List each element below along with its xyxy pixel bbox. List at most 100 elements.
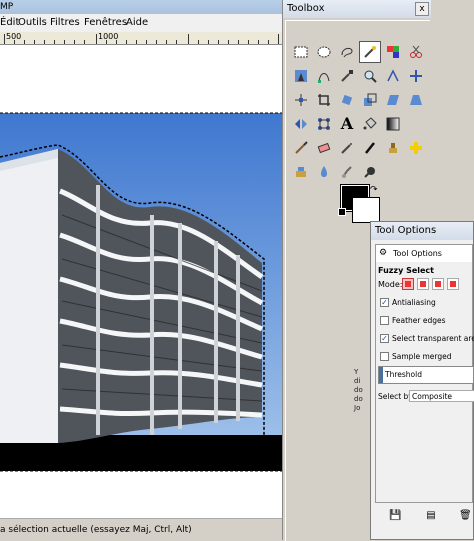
status-bar: a sélection actuelle (essayez Maj, Ctrl,…	[0, 518, 282, 540]
shear-icon[interactable]	[382, 89, 404, 111]
ellipse-select-icon[interactable]	[313, 41, 335, 63]
sample-merged-checkbox[interactable]	[380, 352, 389, 361]
save-options-icon[interactable]: 💾	[389, 510, 401, 522]
select-transparent-checkbox[interactable]: ✓	[380, 334, 389, 343]
ruler-tick	[24, 40, 25, 44]
menu-outils[interactable]: Outils	[18, 14, 47, 32]
ruler-label: 500	[6, 32, 22, 41]
ruler-tick	[188, 34, 189, 44]
feather-edges-option[interactable]: Feather edges	[378, 314, 472, 328]
building-photo	[0, 45, 282, 518]
ruler-tick	[96, 34, 97, 44]
fuzzy-select-icon[interactable]	[359, 41, 381, 63]
cage-transform-icon[interactable]	[313, 113, 335, 135]
feather-edges-checkbox[interactable]	[380, 316, 389, 325]
side-strip-line: Y	[354, 368, 359, 376]
feather-edges-label: Feather edges	[392, 316, 446, 325]
side-strip-line: do	[354, 386, 363, 394]
reset-colors-icon[interactable]	[338, 208, 346, 216]
ruler-tick	[34, 40, 35, 44]
menu-fenetres[interactable]: Fenêtres	[84, 14, 127, 32]
select-transparent-option[interactable]: ✓ Select transparent areas	[378, 332, 474, 346]
ruler-tick	[176, 40, 177, 44]
align-icon[interactable]	[290, 89, 312, 111]
swap-colors-icon[interactable]: ↷	[370, 185, 378, 195]
tool-options-title: Tool Options	[375, 225, 437, 236]
ruler-tick	[166, 40, 167, 44]
heal-icon[interactable]	[405, 137, 427, 159]
close-icon[interactable]: x	[415, 2, 429, 16]
ruler-tick	[44, 40, 45, 44]
mode-intersect-button[interactable]	[447, 278, 459, 290]
mode-replace-button[interactable]	[402, 278, 414, 290]
crop-icon[interactable]	[313, 89, 335, 111]
threshold-label: Threshold	[385, 370, 422, 379]
blend-icon[interactable]	[382, 113, 404, 135]
tab-label: Tool Options	[393, 249, 442, 258]
ink-icon[interactable]	[359, 137, 381, 159]
image-canvas[interactable]	[0, 45, 282, 518]
ruler-tick	[136, 40, 137, 44]
sample-merged-option[interactable]: Sample merged	[378, 350, 472, 364]
paths-icon[interactable]	[313, 65, 335, 87]
delete-options-icon[interactable]: 🗑	[459, 510, 472, 522]
ruler-tick	[258, 40, 259, 44]
scissors-select-icon[interactable]	[405, 41, 427, 63]
antialiasing-checkbox[interactable]: ✓	[380, 298, 389, 307]
menu-filtres[interactable]: Filtres	[50, 14, 80, 32]
perspective-icon[interactable]	[405, 89, 427, 111]
mode-subtract-button[interactable]	[432, 278, 444, 290]
measure-icon[interactable]	[382, 65, 404, 87]
image-window-titlebar: MP	[0, 0, 282, 14]
ruler-tick	[126, 40, 127, 44]
ruler-tick	[248, 40, 249, 44]
eraser-icon[interactable]	[313, 137, 335, 159]
select-by-dropdown[interactable]: Composite	[409, 390, 474, 402]
color-picker-icon[interactable]	[336, 65, 358, 87]
antialiasing-option[interactable]: ✓ Antialiasing	[378, 296, 472, 310]
tab-tool-options[interactable]: ⚙ Tool Options	[375, 244, 473, 263]
mode-add-button[interactable]	[417, 278, 429, 290]
flip-icon[interactable]	[290, 113, 312, 135]
toolbox-title: Toolbox	[287, 3, 325, 14]
perspective-clone-icon[interactable]	[290, 161, 312, 183]
blur-icon[interactable]	[313, 161, 335, 183]
free-select-icon[interactable]	[336, 41, 358, 63]
ruler-tick	[198, 40, 199, 44]
select-transparent-label: Select transparent areas	[392, 334, 474, 343]
toolbox-titlebar: Toolbox x	[283, 0, 431, 18]
ruler-label: 1000	[98, 32, 119, 41]
horizontal-ruler[interactable]: 500 1000	[0, 32, 282, 45]
smudge-icon[interactable]	[336, 161, 358, 183]
bucket-fill-icon[interactable]	[359, 113, 381, 135]
text-icon[interactable]: A	[336, 113, 358, 135]
antialiasing-label: Antialiasing	[392, 298, 436, 307]
dodge-burn-icon[interactable]	[359, 161, 381, 183]
foreground-select-icon[interactable]	[290, 65, 312, 87]
ruler-tick	[278, 34, 279, 44]
menu-aide[interactable]: Aide	[126, 14, 148, 32]
rotate-icon[interactable]	[336, 89, 358, 111]
move-icon[interactable]	[405, 65, 427, 87]
threshold-slider[interactable]: Threshold	[378, 366, 474, 384]
ruler-tick	[54, 40, 55, 44]
paintbrush-icon[interactable]	[290, 137, 312, 159]
tool-options-footer: 💾 ▤ 🗑	[375, 508, 472, 526]
tool-options-titlebar: Tool Options	[371, 222, 473, 240]
scale-icon[interactable]	[359, 89, 381, 111]
zoom-icon[interactable]	[359, 65, 381, 87]
ruler-tick	[156, 40, 157, 44]
ruler-tick	[208, 40, 209, 44]
rect-select-icon[interactable]	[290, 41, 312, 63]
select-by-row: Select by: Composite	[378, 390, 474, 404]
mode-label: Mode:	[378, 280, 403, 289]
clone-icon[interactable]	[382, 137, 404, 159]
sample-merged-label: Sample merged	[392, 352, 452, 361]
select-by-color-icon[interactable]	[382, 41, 404, 63]
airbrush-icon[interactable]	[336, 137, 358, 159]
tool-heading: Fuzzy Select	[378, 266, 434, 275]
ruler-tick	[238, 40, 239, 44]
menu-edit[interactable]: Édit	[0, 14, 19, 32]
background-color-swatch[interactable]	[352, 197, 380, 223]
restore-options-icon[interactable]: ▤	[425, 510, 437, 522]
